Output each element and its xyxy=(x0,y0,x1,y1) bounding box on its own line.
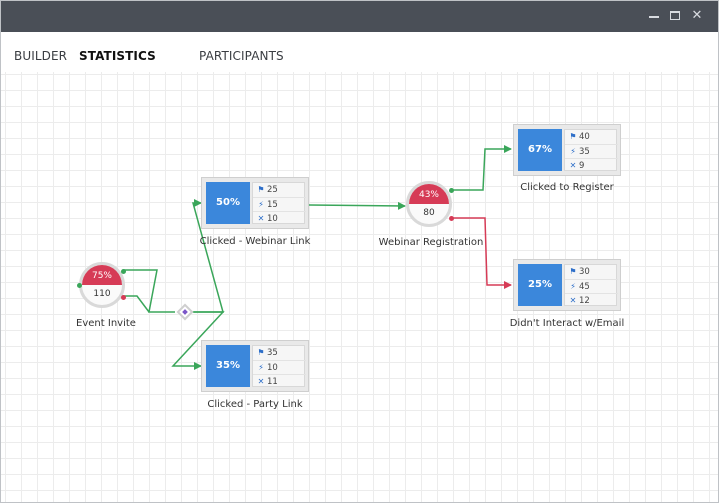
link-to-clicked-register xyxy=(452,145,512,191)
stat-row: ✕ 11 xyxy=(253,374,306,388)
split-icon xyxy=(182,309,188,315)
party-link-card[interactable]: 35% ⚑ 35 ⚡ 10 ✕ 11 xyxy=(201,340,309,392)
clicked-to-register-card[interactable]: 67% ⚑ 40 ⚡ 35 ✕ 9 xyxy=(513,124,621,176)
runner-icon: ⚡ xyxy=(258,200,264,209)
event-invite-node[interactable]: 75% 110 xyxy=(79,262,125,308)
didnt-interact-card[interactable]: 25% ⚑ 30 ⚡ 45 ✕ 12 xyxy=(513,259,621,311)
webinar-link-percent: 50% xyxy=(206,182,250,224)
event-invite-percent: 75% xyxy=(82,265,122,285)
flag-icon: ⚑ xyxy=(569,132,577,141)
webinar-link-stats: ⚑ 25 ⚡ 15 ✕ 10 xyxy=(252,182,306,225)
clicked-to-register-label: Clicked to Register xyxy=(520,182,614,193)
link-invite-upper xyxy=(124,269,175,313)
title-bar: ✕ xyxy=(1,1,718,32)
tab-participants[interactable]: PARTICIPANTS xyxy=(199,49,284,63)
tab-statistics[interactable]: STATISTICS xyxy=(79,49,156,63)
maximize-button[interactable] xyxy=(666,7,684,25)
link-to-registration xyxy=(308,201,406,210)
runner-icon: ⚡ xyxy=(570,147,576,156)
tab-builder[interactable]: BUILDER xyxy=(14,49,67,63)
event-invite-label: Event Invite xyxy=(76,318,136,329)
stat-value: 10 xyxy=(267,363,278,373)
clicked-to-register-stats: ⚑ 40 ⚡ 35 ✕ 9 xyxy=(564,129,618,172)
stat-row: ✕ 10 xyxy=(253,211,306,225)
webinar-registration-node[interactable]: 43% 80 xyxy=(406,181,452,227)
tab-bar: BUILDER STATISTICS PARTICIPANTS xyxy=(1,32,718,72)
flag-icon: ⚑ xyxy=(257,185,265,194)
flag-icon: ⚑ xyxy=(257,348,265,357)
app-window: ✕ BUILDER STATISTICS PARTICIPANTS 75% 11… xyxy=(0,0,719,503)
stat-row: ✕ 9 xyxy=(565,158,618,172)
event-invite-count: 110 xyxy=(93,289,111,299)
stat-row: ⚑ 40 xyxy=(565,130,618,144)
stat-value: 11 xyxy=(267,377,278,387)
close-icon: ✕ xyxy=(691,8,703,23)
flow-canvas[interactable]: 75% 110 Event Invite 50% ⚑ 25 ⚡ 15 ✕ 10 Cli… xyxy=(1,72,718,502)
clicked-to-register-percent: 67% xyxy=(518,129,562,171)
output-port-no[interactable] xyxy=(121,295,126,300)
stat-row: ✕ 12 xyxy=(565,293,618,307)
didnt-interact-percent: 25% xyxy=(518,264,562,306)
stat-value: 12 xyxy=(579,296,590,306)
x-icon: ✕ xyxy=(257,377,265,386)
webinar-link-label: Clicked - Webinar Link xyxy=(199,236,311,247)
stat-value: 40 xyxy=(579,132,590,142)
stat-value: 45 xyxy=(579,282,590,292)
webinar-link-card[interactable]: 50% ⚑ 25 ⚡ 15 ✕ 10 xyxy=(201,177,309,229)
party-link-label: Clicked - Party Link xyxy=(207,399,303,410)
stat-value: 35 xyxy=(579,147,590,157)
minimize-button[interactable] xyxy=(645,7,663,25)
maximize-icon xyxy=(670,11,680,20)
stat-value: 25 xyxy=(267,185,278,195)
stat-row: ⚡ 10 xyxy=(253,360,306,374)
stat-value: 35 xyxy=(267,348,278,358)
stat-row: ⚡ 45 xyxy=(565,279,618,293)
runner-icon: ⚡ xyxy=(258,363,264,372)
stat-value: 30 xyxy=(579,267,590,277)
stat-value: 15 xyxy=(267,200,278,210)
webinar-registration-count: 80 xyxy=(423,208,435,218)
minimize-icon xyxy=(649,16,659,18)
link-to-didnt-interact xyxy=(452,217,512,289)
x-icon: ✕ xyxy=(569,161,577,170)
stat-row: ⚡ 15 xyxy=(253,197,306,211)
flag-icon: ⚑ xyxy=(569,267,577,276)
x-icon: ✕ xyxy=(569,296,577,305)
close-button[interactable]: ✕ xyxy=(688,7,706,25)
webinar-registration-label: Webinar Registration xyxy=(378,237,484,248)
stat-row: ⚑ 30 xyxy=(565,265,618,279)
output-port-yes[interactable] xyxy=(121,269,126,274)
webinar-registration-percent: 43% xyxy=(409,184,449,204)
output-port-yes[interactable] xyxy=(449,188,454,193)
stat-row: ⚡ 35 xyxy=(565,144,618,158)
party-link-stats: ⚑ 35 ⚡ 10 ✕ 11 xyxy=(252,345,306,388)
link-invite-lower xyxy=(124,295,150,313)
input-port[interactable] xyxy=(77,283,82,288)
stat-row: ⚑ 25 xyxy=(253,183,306,197)
didnt-interact-label: Didn't Interact w/Email xyxy=(509,318,625,329)
stat-value: 9 xyxy=(579,161,585,171)
party-link-percent: 35% xyxy=(206,345,250,387)
didnt-interact-stats: ⚑ 30 ⚡ 45 ✕ 12 xyxy=(564,264,618,307)
x-icon: ✕ xyxy=(257,214,265,223)
runner-icon: ⚡ xyxy=(570,282,576,291)
stat-value: 10 xyxy=(267,214,278,224)
output-port-no[interactable] xyxy=(449,216,454,221)
stat-row: ⚑ 35 xyxy=(253,346,306,360)
